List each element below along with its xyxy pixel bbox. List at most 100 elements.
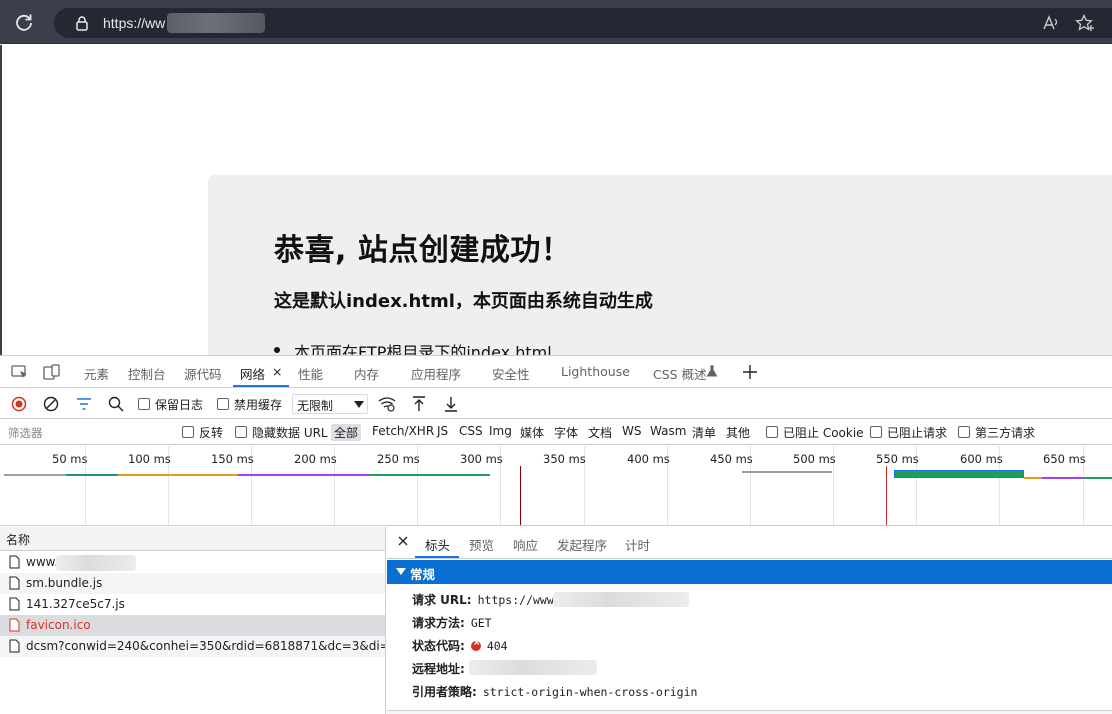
waterfall-bar	[118, 474, 238, 476]
device-toolbar-icon[interactable]	[43, 364, 61, 380]
filter-type-ws[interactable]: WS	[622, 424, 641, 438]
table-row[interactable]: 141.327ce5c7.js	[0, 594, 385, 615]
filter-type-js[interactable]: JS	[437, 424, 448, 438]
tab-headers[interactable]: 标头	[425, 535, 450, 554]
filter-type-css[interactable]: CSS	[459, 424, 483, 438]
request-list: 名称 www. sm.bundle.js 141.327ce5c7.js fav…	[0, 527, 386, 714]
disable-cache-label: 禁用缓存	[234, 398, 283, 412]
table-row[interactable]: dcsm?conwid=240&conhei=350&rdid=6818871&…	[0, 636, 386, 657]
devtools-tabbar: 元素 控制台 源代码 网络 × 性能 内存 应用程序 安全性 Lighthous…	[0, 356, 1112, 388]
network-toolbar: 保留日志 禁用缓存 无限制	[0, 389, 1112, 419]
blocked-requests-checkbox[interactable]	[870, 426, 882, 438]
filter-type-all[interactable]: 全部	[331, 424, 362, 441]
waterfall-bar	[1024, 477, 1042, 479]
section-title: 常规	[410, 567, 436, 582]
tick-label: 350 ms	[543, 452, 586, 466]
tab-timing[interactable]: 计时	[625, 535, 650, 554]
add-tab-icon[interactable]	[742, 364, 758, 380]
tab-security[interactable]: 安全性	[492, 364, 530, 383]
remote-address-label: 远程地址:	[412, 662, 465, 676]
tick-label: 150 ms	[211, 452, 254, 466]
tab-sources[interactable]: 源代码	[184, 364, 222, 383]
throttling-select[interactable]: 无限制	[292, 394, 368, 414]
read-aloud-icon[interactable]	[1042, 14, 1060, 32]
tab-initiator[interactable]: 发起程序	[557, 535, 607, 554]
tick-label: 250 ms	[377, 452, 420, 466]
preserve-log-checkbox[interactable]	[138, 398, 150, 410]
tab-performance[interactable]: 性能	[298, 364, 323, 383]
active-tab-indicator	[415, 556, 459, 558]
search-icon[interactable]	[108, 396, 124, 412]
tab-preview[interactable]: 预览	[469, 535, 494, 554]
import-har-icon[interactable]	[411, 395, 427, 413]
status-code-value: 404	[486, 639, 508, 653]
tab-memory[interactable]: 内存	[354, 364, 379, 383]
tab-network[interactable]: 网络	[240, 364, 265, 383]
close-icon[interactable]	[397, 535, 409, 547]
table-row[interactable]: sm.bundle.js	[0, 573, 385, 594]
inspect-element-icon[interactable]	[11, 364, 29, 380]
network-conditions-icon[interactable]	[378, 396, 396, 412]
reload-icon[interactable]	[14, 12, 34, 32]
filter-icon[interactable]	[76, 397, 92, 411]
tab-elements[interactable]: 元素	[84, 364, 109, 383]
close-tab-icon[interactable]: ×	[272, 364, 282, 379]
tick-label: 450 ms	[710, 452, 753, 466]
third-party-checkbox[interactable]	[958, 426, 970, 438]
filter-type-wasm[interactable]: Wasm	[650, 424, 686, 438]
tab-response[interactable]: 响应	[513, 535, 538, 554]
record-stop-icon[interactable]	[11, 396, 27, 412]
page-title: 恭喜, 站点创建成功！	[274, 233, 572, 268]
table-row-selected[interactable]: favicon.ico	[0, 615, 385, 636]
clear-icon[interactable]	[43, 396, 59, 412]
invert-checkbox[interactable]	[182, 426, 194, 438]
tick-label: 50 ms	[52, 452, 88, 466]
filter-bar: 筛选器 反转 隐藏数据 URL 全部 Fetch/XHR JS CSS Img …	[0, 420, 1112, 445]
blocked-cookies-checkbox[interactable]	[766, 426, 778, 438]
lock-icon[interactable]	[74, 15, 90, 31]
favorite-star-icon[interactable]	[1075, 14, 1095, 32]
request-name: dcsm?conwid=240&conhei=350&rdid=6818871&…	[26, 639, 386, 653]
filter-type-other[interactable]: 其他	[726, 424, 750, 441]
flask-icon	[706, 365, 718, 377]
address-bar[interactable]: https://ww	[54, 8, 1112, 38]
content-card: 恭喜, 站点创建成功！ 这是默认index.html，本页面由系统自动生成 本页…	[208, 175, 1112, 355]
waterfall-bar	[66, 474, 118, 476]
filter-type-font[interactable]: 字体	[554, 424, 578, 441]
waterfall-bar	[1042, 477, 1084, 479]
disable-cache-checkbox[interactable]	[217, 398, 229, 410]
filter-type-img[interactable]: Img	[489, 424, 512, 438]
url-text: https://ww	[103, 15, 166, 31]
error-icon	[470, 638, 481, 651]
page-viewport: 恭喜, 站点创建成功！ 这是默认index.html，本页面由系统自动生成 本页…	[0, 45, 1112, 355]
redacted-text	[56, 555, 136, 571]
section-general-header[interactable]: 常规	[387, 560, 1112, 584]
filter-type-media[interactable]: 媒体	[520, 424, 544, 441]
table-row[interactable]: www.	[0, 552, 385, 573]
tab-console[interactable]: 控制台	[128, 364, 166, 383]
tab-lighthouse[interactable]: Lighthouse	[561, 364, 630, 379]
hide-data-urls-label: 隐藏数据 URL	[252, 426, 328, 440]
export-har-icon[interactable]	[443, 395, 459, 413]
hide-data-urls-checkbox[interactable]	[235, 426, 247, 438]
remote-address-row: 远程地址:	[412, 660, 465, 677]
request-url-value: https://www.	[477, 593, 561, 607]
tick-label: 100 ms	[128, 452, 171, 466]
filter-type-manifest[interactable]: 清单	[692, 424, 716, 441]
document-icon	[9, 576, 20, 590]
request-method-row: 请求方法: GET	[412, 614, 492, 631]
tab-css-overview[interactable]: CSS 概述	[653, 364, 707, 383]
section-collapsed-header[interactable]	[387, 710, 1112, 714]
tick-label: 500 ms	[793, 452, 836, 466]
status-code-label: 状态代码:	[412, 639, 465, 653]
filter-type-fetch-xhr[interactable]: Fetch/XHR	[372, 424, 434, 438]
request-detail-panel: 标头 预览 响应 发起程序 计时 常规 请求 URL: https://www. …	[387, 527, 1112, 714]
filter-input[interactable]: 筛选器	[4, 423, 170, 442]
filter-type-doc[interactable]: 文档	[588, 424, 612, 441]
tab-application[interactable]: 应用程序	[411, 364, 461, 383]
detail-tabbar: 标头 预览 响应 发起程序 计时	[387, 527, 1112, 559]
column-header-name[interactable]: 名称	[0, 527, 385, 551]
triangle-down-icon	[396, 568, 406, 575]
timeline-overview[interactable]: 50 ms 100 ms 150 ms 200 ms 250 ms 300 ms…	[0, 446, 1112, 526]
preserve-log-label: 保留日志	[155, 398, 204, 412]
